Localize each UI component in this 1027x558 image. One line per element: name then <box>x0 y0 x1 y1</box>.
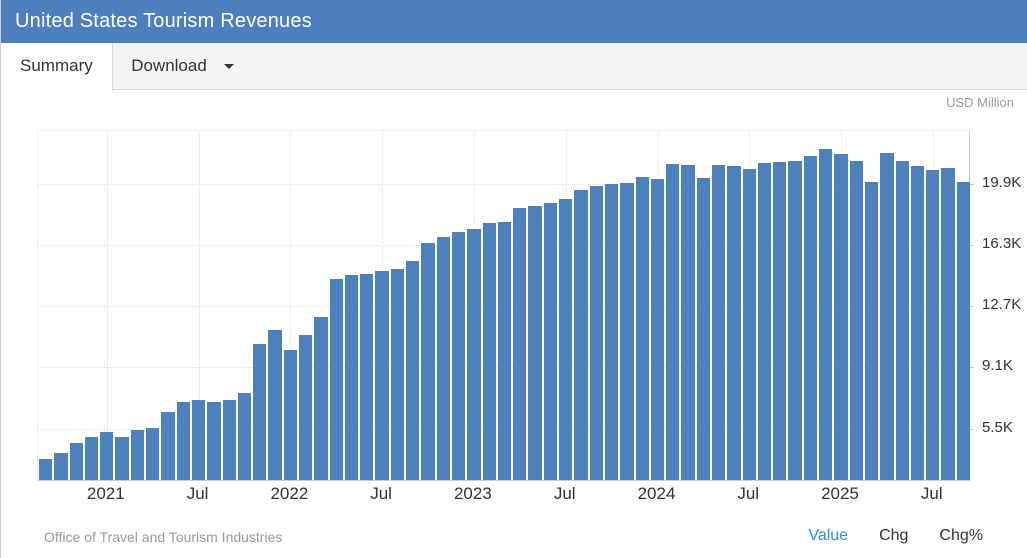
x-axis-label: 2025 <box>821 484 859 503</box>
bar-2023-08[interactable] <box>574 190 588 480</box>
x-axis-label: Jul <box>920 484 943 503</box>
bar-2021-10[interactable] <box>237 392 252 480</box>
x-axis-label: 2024 <box>637 484 676 503</box>
bar-2023-02[interactable] <box>482 223 496 480</box>
x-axis-label: 2022 <box>270 484 309 503</box>
bar-2024-06[interactable] <box>727 166 741 480</box>
x-axis-label: Jul <box>553 484 576 503</box>
bar-2022-02[interactable] <box>299 334 313 480</box>
chevron-down-icon <box>223 64 234 70</box>
bar-2023-01[interactable] <box>467 229 481 480</box>
tab-bar: Summary Download <box>1 43 1027 91</box>
bar-2022-03[interactable] <box>314 316 328 480</box>
bar-2021-03[interactable] <box>130 429 145 480</box>
y-axis-label: 16.3K <box>982 234 1022 252</box>
bar-2022-09[interactable] <box>406 260 420 480</box>
x-axis-label: Jul <box>186 484 209 503</box>
bar-2020-11[interactable] <box>69 442 83 480</box>
bar-2021-02[interactable] <box>115 436 129 480</box>
tab-download-label: Download <box>131 56 207 75</box>
bar-2024-12[interactable] <box>819 148 833 480</box>
source-label: Office of Travel and Tourism Industries <box>44 529 283 545</box>
tab-summary-label: Summary <box>20 56 93 75</box>
bar-2022-05[interactable] <box>344 275 359 480</box>
bar-2021-01[interactable] <box>100 432 114 480</box>
bar-2021-08[interactable] <box>207 401 221 480</box>
unit-label: USD Million <box>946 95 1014 110</box>
bar-2024-02[interactable] <box>666 163 680 480</box>
footer-link-chg[interactable]: Chg <box>879 527 908 545</box>
bar-2025-04[interactable] <box>880 152 894 480</box>
tourism-revenues-widget: United States Tourism Revenues Summary D… <box>0 0 1027 558</box>
bar-2024-09[interactable] <box>773 162 787 480</box>
bar-2024-11[interactable] <box>803 156 818 480</box>
footer-link-value[interactable]: Value <box>808 527 848 545</box>
bar-2021-05[interactable] <box>161 412 175 480</box>
footer-link-chgpct[interactable]: Chg% <box>939 527 983 545</box>
y-axis-label: 9.1K <box>982 357 1013 375</box>
bar-2022-08[interactable] <box>390 269 405 480</box>
bar-2020-09[interactable] <box>39 458 53 480</box>
bar-2024-01[interactable] <box>650 179 665 480</box>
x-axis-label: 2021 <box>86 484 125 503</box>
y-axis-label: 5.5K <box>982 418 1013 436</box>
bar-2023-04[interactable] <box>513 208 527 480</box>
bar-2025-02[interactable] <box>849 161 863 480</box>
bar-2021-12[interactable] <box>268 330 282 480</box>
tab-download[interactable]: Download <box>117 43 252 91</box>
bar-2024-10[interactable] <box>788 161 802 480</box>
bar-2021-07[interactable] <box>191 400 206 480</box>
bar-2022-10[interactable] <box>421 242 435 480</box>
bar-2025-03[interactable] <box>864 181 879 480</box>
bar-2023-10[interactable] <box>604 184 619 480</box>
bar-2024-07[interactable] <box>742 168 756 480</box>
tab-summary[interactable]: Summary <box>1 43 113 91</box>
bar-2023-03[interactable] <box>497 221 512 480</box>
bar-2024-04[interactable] <box>696 178 710 480</box>
bar-2024-08[interactable] <box>757 163 772 480</box>
bar-2025-08[interactable] <box>941 168 955 480</box>
bar-2023-07[interactable] <box>559 198 573 480</box>
x-axis-label: Jul <box>370 484 392 503</box>
bar-2025-05[interactable] <box>895 161 909 480</box>
x-axis-label: Jul <box>737 484 760 503</box>
bar-2022-12[interactable] <box>451 231 466 480</box>
bar-2021-09[interactable] <box>222 400 236 480</box>
bar-2023-12[interactable] <box>635 177 649 480</box>
y-axis-label: 12.7K <box>982 296 1022 314</box>
bar-2022-01[interactable] <box>283 350 298 480</box>
page-title: United States Tourism Revenues <box>15 10 312 32</box>
bar-2022-07[interactable] <box>375 270 389 480</box>
bar-chart-plot-area <box>37 130 974 481</box>
x-gridline <box>106 131 108 480</box>
bar-2024-03[interactable] <box>681 164 695 480</box>
bar-2020-12[interactable] <box>84 436 99 480</box>
bar-2021-11[interactable] <box>253 344 267 480</box>
bar-2021-04[interactable] <box>146 428 160 480</box>
bar-2024-05[interactable] <box>711 164 726 480</box>
bar-2023-06[interactable] <box>543 202 558 480</box>
title-bar: United States Tourism Revenues <box>1 0 1027 43</box>
bar-2025-07[interactable] <box>926 169 940 480</box>
bar-2025-09[interactable] <box>956 181 970 480</box>
bar-2022-06[interactable] <box>360 274 374 480</box>
bar-2023-05[interactable] <box>528 205 542 480</box>
bar-2022-04[interactable] <box>329 278 343 480</box>
bar-2025-06[interactable] <box>910 166 925 480</box>
bar-2022-11[interactable] <box>436 236 450 480</box>
x-axis-label: 2023 <box>453 484 492 503</box>
bar-2021-06[interactable] <box>176 401 190 480</box>
footer-links: Value Chg Chg% <box>808 527 983 545</box>
bar-2020-10[interactable] <box>54 452 68 480</box>
bar-2023-09[interactable] <box>589 185 603 480</box>
bar-2025-01[interactable] <box>834 153 848 480</box>
y-axis-label: 19.9K <box>982 173 1022 191</box>
bar-2023-11[interactable] <box>620 183 634 480</box>
